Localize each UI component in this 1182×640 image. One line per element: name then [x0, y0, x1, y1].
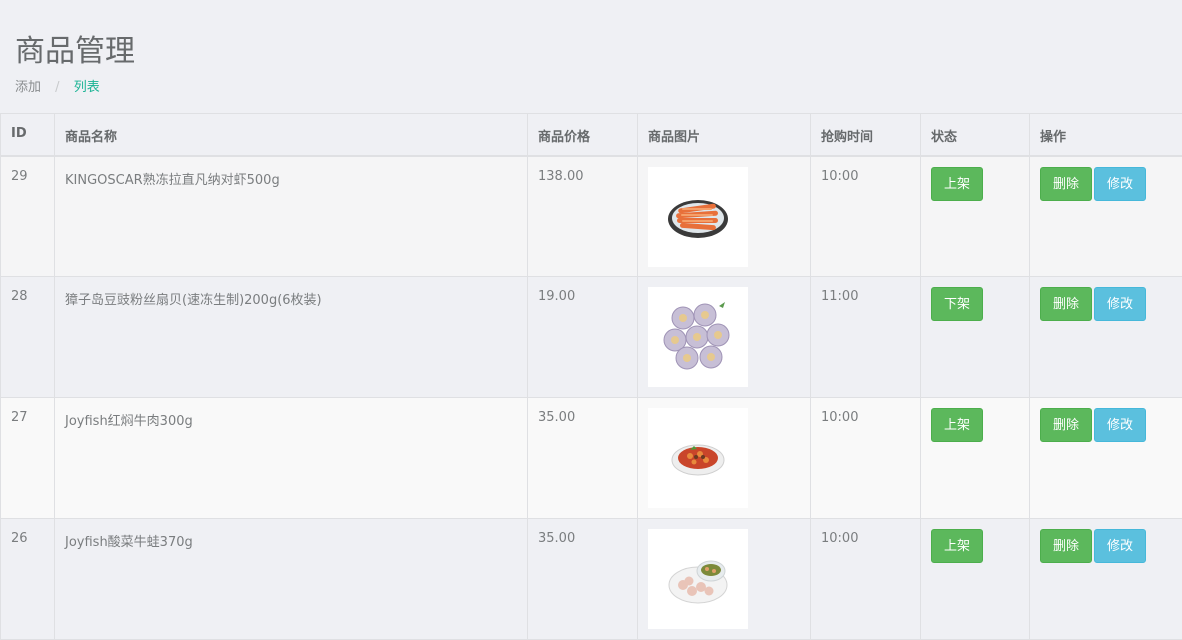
cell-name: KINGOSCAR熟冻拉直凡纳对虾500g: [55, 156, 528, 277]
status-toggle-button[interactable]: 下架: [931, 287, 983, 321]
cell-id: 26: [1, 519, 55, 640]
cell-price: 35.00: [528, 398, 638, 519]
table-row: 28 獐子岛豆豉粉丝扇贝(速冻生制)200g(6枚装) 19.00: [1, 277, 1182, 398]
status-toggle-button[interactable]: 上架: [931, 529, 983, 563]
column-header-id: ID: [1, 114, 55, 156]
breadcrumb-separator: /: [55, 80, 59, 95]
column-header-name: 商品名称: [55, 114, 528, 156]
column-header-price: 商品价格: [528, 114, 638, 156]
cell-name: Joyfish酸菜牛蛙370g: [55, 519, 528, 640]
breadcrumb: 添加 / 列表: [15, 79, 100, 97]
cell-price: 19.00: [528, 277, 638, 398]
cell-actions: 删除修改: [1030, 156, 1182, 277]
page-header: 商品管理 添加 / 列表: [0, 0, 1182, 113]
table-row: 27 Joyfish红焖牛肉300g 35.00: [1, 398, 1182, 519]
breadcrumb-add-link[interactable]: 添加: [15, 80, 41, 95]
page-title: 商品管理: [15, 30, 135, 74]
cell-image: [638, 398, 811, 519]
status-toggle-button[interactable]: 上架: [931, 167, 983, 201]
cell-price: 138.00: [528, 156, 638, 277]
cell-time: 11:00: [811, 277, 921, 398]
product-image-bullfrog: [648, 529, 748, 629]
cell-actions: 删除修改: [1030, 519, 1182, 640]
cell-image: [638, 277, 811, 398]
braised-beef-bowl-icon: [670, 438, 726, 478]
cell-actions: 删除修改: [1030, 277, 1182, 398]
cell-id: 27: [1, 398, 55, 519]
cell-name: Joyfish红焖牛肉300g: [55, 398, 528, 519]
column-header-image: 商品图片: [638, 114, 811, 156]
delete-button[interactable]: 删除: [1040, 529, 1092, 563]
cell-actions: 删除修改: [1030, 398, 1182, 519]
edit-button[interactable]: 修改: [1094, 529, 1146, 563]
cell-id: 29: [1, 156, 55, 277]
product-image-scallops: [648, 287, 748, 387]
breadcrumb-list-link[interactable]: 列表: [74, 80, 100, 95]
cell-status: 上架: [921, 519, 1030, 640]
cell-image: [638, 156, 811, 277]
cell-image: [638, 519, 811, 640]
product-image-braised-beef: [648, 408, 748, 508]
cell-name: 獐子岛豆豉粉丝扇贝(速冻生制)200g(6枚装): [55, 277, 528, 398]
delete-button[interactable]: 删除: [1040, 408, 1092, 442]
cell-time: 10:00: [811, 156, 921, 277]
shrimp-plate-icon: [666, 193, 730, 241]
column-header-actions: 操作: [1030, 114, 1182, 156]
column-header-time: 抢购时间: [811, 114, 921, 156]
cell-price: 35.00: [528, 519, 638, 640]
status-toggle-button[interactable]: 上架: [931, 408, 983, 442]
table-row: 29 KINGOSCAR熟冻拉直凡纳对虾500g 138.00: [1, 156, 1182, 277]
cell-status: 上架: [921, 156, 1030, 277]
cell-time: 10:00: [811, 519, 921, 640]
cell-id: 28: [1, 277, 55, 398]
product-image-shrimp: [648, 167, 748, 267]
column-header-status: 状态: [921, 114, 1030, 156]
scallops-icon: [661, 300, 735, 374]
goods-table: ID 商品名称 商品价格 商品图片 抢购时间 状态 操作 29 KINGOSCA…: [0, 113, 1182, 640]
delete-button[interactable]: 删除: [1040, 287, 1092, 321]
bullfrog-dish-icon: [667, 551, 729, 607]
cell-status: 上架: [921, 398, 1030, 519]
cell-status: 下架: [921, 277, 1030, 398]
table-header-row: ID 商品名称 商品价格 商品图片 抢购时间 状态 操作: [1, 114, 1182, 156]
table-row: 26 Joyfish酸菜牛蛙370g 35.00: [1, 519, 1182, 640]
cell-time: 10:00: [811, 398, 921, 519]
edit-button[interactable]: 修改: [1094, 408, 1146, 442]
edit-button[interactable]: 修改: [1094, 167, 1146, 201]
delete-button[interactable]: 删除: [1040, 167, 1092, 201]
edit-button[interactable]: 修改: [1094, 287, 1146, 321]
